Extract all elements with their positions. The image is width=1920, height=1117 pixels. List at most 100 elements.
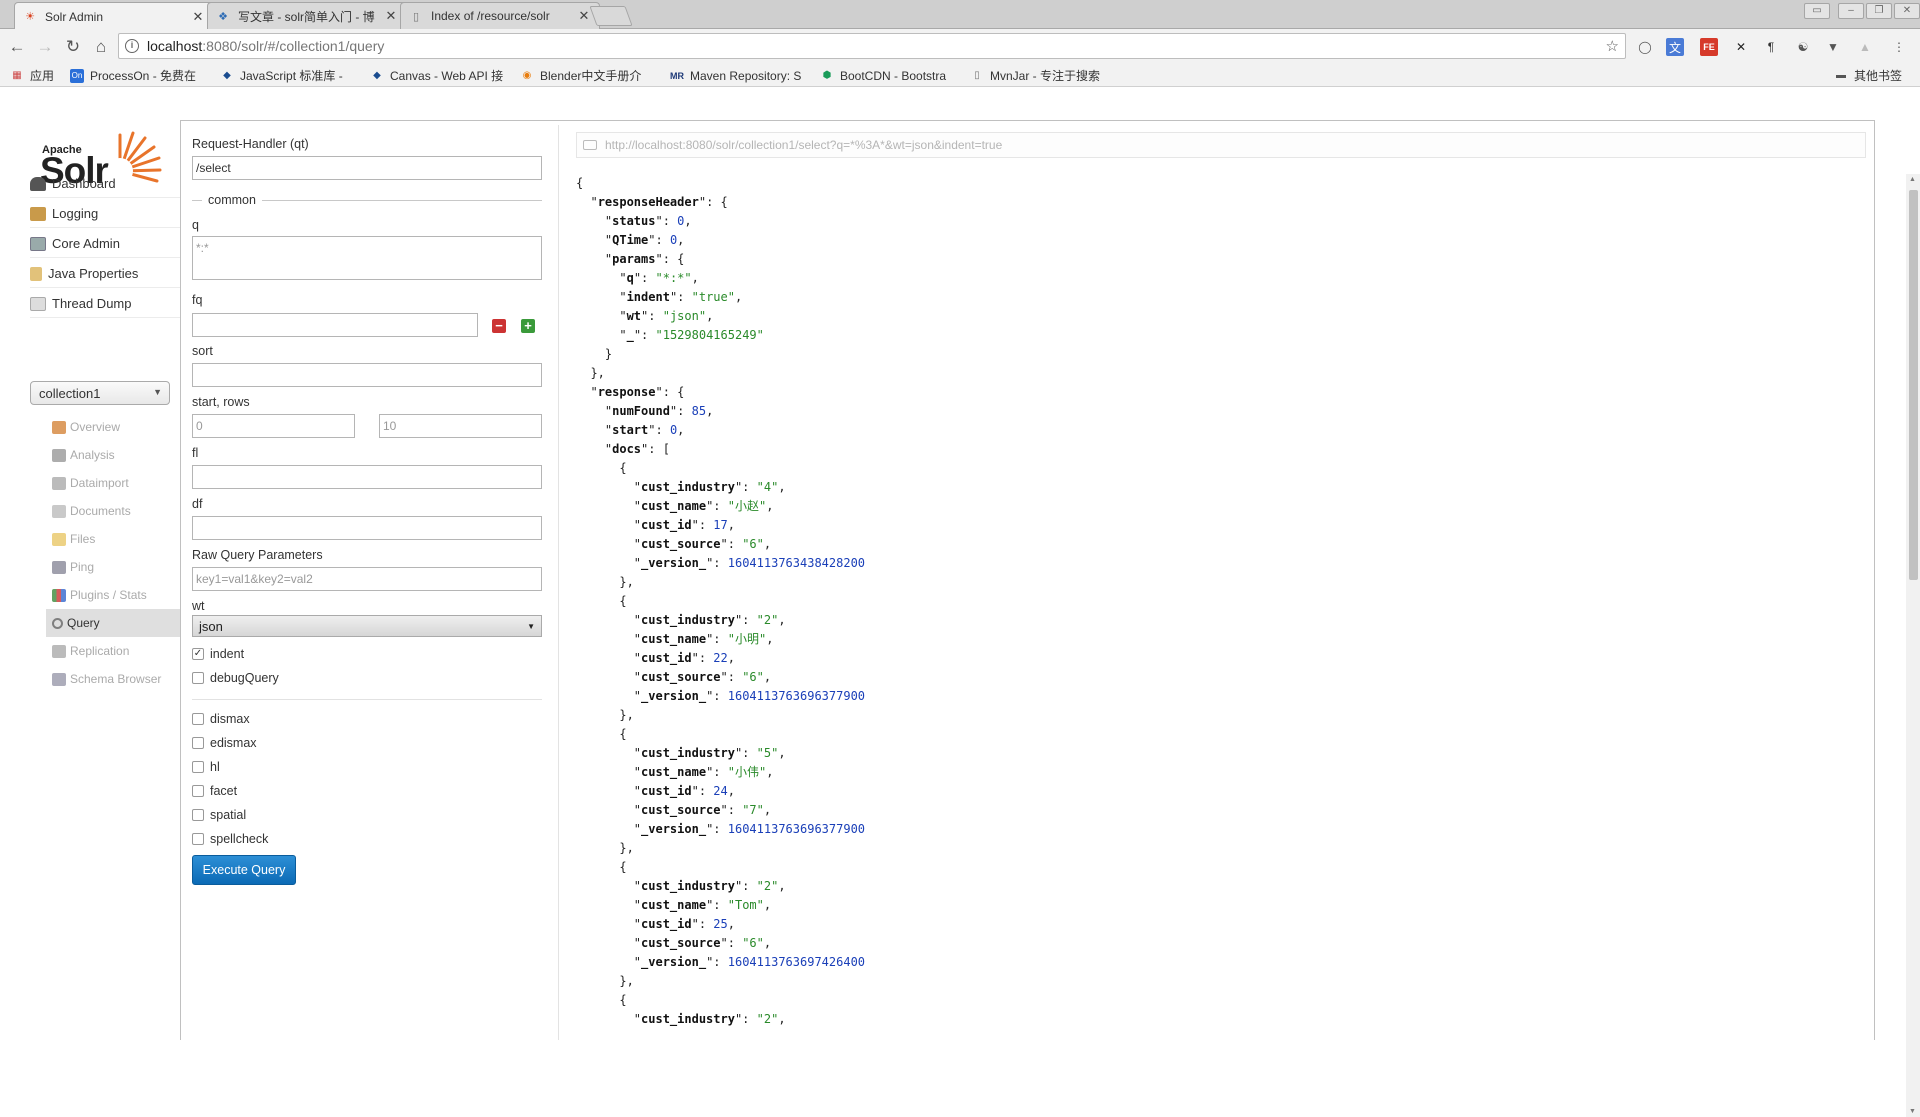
bookmark-star-icon[interactable]: ☆ xyxy=(1606,37,1619,55)
wt-select[interactable]: json ▼ xyxy=(192,615,542,637)
subnav-dataimport[interactable]: Dataimport xyxy=(46,469,180,497)
bootcdn-icon: ⬢ xyxy=(822,70,832,81)
bookmark-apps[interactable]: ▦ 应用 xyxy=(10,67,54,84)
subnav-analysis[interactable]: Analysis xyxy=(46,441,180,469)
edismax-checkbox[interactable]: edismax xyxy=(192,736,257,750)
mdn-icon: ◆ xyxy=(373,70,381,81)
vue-extension-icon[interactable]: ▼ xyxy=(1824,38,1842,56)
scroll-down-icon[interactable]: ▼ xyxy=(1909,1108,1916,1115)
q-textarea[interactable]: *:* xyxy=(192,236,542,280)
fl-input[interactable] xyxy=(192,465,542,489)
tab-solr-admin[interactable]: ☀ Solr Admin ✕ xyxy=(14,2,214,30)
json-line: "indent": "true", xyxy=(576,290,743,304)
browser-toolbar: ← → ↻ ⌂ i localhost:8080/solr/#/collecti… xyxy=(0,29,1920,64)
execute-query-button[interactable]: Execute Query xyxy=(192,855,296,885)
start-input[interactable]: 0 xyxy=(192,414,355,438)
dismax-checkbox[interactable]: dismax xyxy=(192,712,250,726)
json-line: "cust_source": "6", xyxy=(576,537,772,551)
fe-extension-icon[interactable]: FE xyxy=(1700,38,1718,56)
spatial-checkbox[interactable]: spatial xyxy=(192,808,246,822)
plugins-icon xyxy=(52,588,66,602)
tab-blog[interactable]: ❖ 写文章 - solr简单入门 - 博 ✕ xyxy=(207,2,407,29)
nav-java-properties[interactable]: Java Properties xyxy=(30,260,180,288)
debug-query-checkbox[interactable]: debugQuery xyxy=(192,671,279,685)
address-bar[interactable]: i localhost:8080/solr/#/collection1/quer… xyxy=(118,33,1626,59)
subnav-files[interactable]: Files xyxy=(46,525,180,553)
scrollbar-thumb[interactable] xyxy=(1909,190,1918,580)
json-line: }, xyxy=(576,974,634,988)
blog-favicon-icon: ❖ xyxy=(218,10,228,23)
thread-dump-icon xyxy=(30,296,46,311)
bookmark-bootcdn[interactable]: ⬢ BootCDN - Bootstra xyxy=(820,67,946,84)
subnav-replication[interactable]: Replication xyxy=(46,637,180,665)
minimize-button[interactable]: – xyxy=(1838,3,1864,19)
indent-checkbox[interactable]: ✓ indent xyxy=(192,647,244,661)
subnav-documents[interactable]: Documents xyxy=(46,497,180,525)
swirl-extension-icon[interactable]: ☯ xyxy=(1794,38,1812,56)
scroll-up-icon[interactable]: ▲ xyxy=(1909,176,1916,183)
profile-icon[interactable]: ▭ xyxy=(1804,3,1830,19)
spellcheck-checkbox[interactable]: spellcheck xyxy=(192,832,268,846)
solr-admin-page: Apache Solr Dashboard Logging Core Admin… xyxy=(0,87,1920,1117)
extension-circle-icon[interactable]: ◯ xyxy=(1636,38,1654,56)
raw-query-input[interactable]: key1=val1&key2=val2 xyxy=(192,567,542,591)
nav-dashboard[interactable]: Dashboard xyxy=(30,170,180,198)
back-icon[interactable]: ← xyxy=(6,36,28,58)
bookmark-js[interactable]: ◆ JavaScript 标准库 - xyxy=(220,67,343,84)
json-line: "cust_name": "小伟", xyxy=(576,765,774,779)
nav-logging[interactable]: Logging xyxy=(30,200,180,228)
subnav-ping[interactable]: Ping xyxy=(46,553,180,581)
info-icon[interactable]: i xyxy=(125,39,139,53)
close-window-button[interactable]: ✕ xyxy=(1894,3,1920,19)
tab-title: Index of /resource/solr xyxy=(431,9,550,23)
hl-checkbox[interactable]: hl xyxy=(192,760,220,774)
translate-icon[interactable]: 文 xyxy=(1666,38,1684,56)
subnav-schema-browser[interactable]: Schema Browser xyxy=(46,665,180,693)
fq-input[interactable] xyxy=(192,313,478,337)
core-selector[interactable]: collection1 ▼ xyxy=(30,381,170,405)
close-tab-icon[interactable]: ✕ xyxy=(577,8,591,24)
json-line: "cust_name": "Tom", xyxy=(576,898,772,912)
facet-checkbox[interactable]: facet xyxy=(192,784,237,798)
bookmark-mvnjar[interactable]: ▯ MvnJar - 专注于搜索 xyxy=(970,67,1100,84)
bookmark-other[interactable]: ▬ 其他书签 xyxy=(1834,67,1902,84)
subnav-overview[interactable]: Overview xyxy=(46,413,180,441)
subnav-plugins-stats[interactable]: Plugins / Stats xyxy=(46,581,180,609)
new-tab-button[interactable] xyxy=(589,6,633,26)
json-line: { xyxy=(576,993,627,1007)
json-line: { xyxy=(576,176,584,190)
divider xyxy=(192,699,542,700)
bookmark-processon[interactable]: On ProcessOn - 免费在 xyxy=(70,67,196,84)
request-handler-input[interactable]: /select xyxy=(192,156,542,180)
triangle-extension-icon[interactable]: ▲ xyxy=(1856,38,1874,56)
restore-button[interactable]: ❐ xyxy=(1866,3,1892,19)
bookmark-maven[interactable]: MR Maven Repository: S xyxy=(670,67,801,84)
url-path: :8080/solr/#/collection1/query xyxy=(202,38,385,54)
forward-icon[interactable]: → xyxy=(34,36,56,58)
nav-thread-dump[interactable]: Thread Dump xyxy=(30,290,180,318)
subnav-query[interactable]: Query xyxy=(46,609,180,637)
menu-icon[interactable]: ⋮ xyxy=(1890,38,1908,56)
folder-icon xyxy=(52,532,66,546)
remove-fq-button[interactable]: − xyxy=(492,319,506,333)
bookmark-blender[interactable]: ◉ Blender中文手册介 xyxy=(520,67,642,84)
home-icon[interactable]: ⌂ xyxy=(90,36,112,58)
sort-input[interactable] xyxy=(192,363,542,387)
add-fq-button[interactable]: + xyxy=(521,319,535,333)
close-tab-icon[interactable]: ✕ xyxy=(384,8,398,24)
json-line: { xyxy=(576,727,627,741)
df-input[interactable] xyxy=(192,516,542,540)
pilcrow-extension-icon[interactable]: ¶ xyxy=(1762,38,1780,56)
nav-core-admin[interactable]: Core Admin xyxy=(30,230,180,258)
rows-input[interactable]: 10 xyxy=(379,414,542,438)
json-line: "response": { xyxy=(576,385,685,399)
tab-index[interactable]: ▯ Index of /resource/solr ✕ xyxy=(400,2,600,29)
reload-icon[interactable]: ↻ xyxy=(62,36,84,58)
x-extension-icon[interactable]: ✕ xyxy=(1732,38,1750,56)
bookmark-canvas[interactable]: ◆ Canvas - Web API 接 xyxy=(370,67,503,84)
json-line: { xyxy=(576,860,627,874)
page-scrollbar[interactable]: ▲ ▼ xyxy=(1906,174,1920,1117)
url-host: localhost xyxy=(147,38,203,54)
close-tab-icon[interactable]: ✕ xyxy=(191,9,205,25)
result-url-link[interactable]: http://localhost:8080/solr/collection1/s… xyxy=(576,132,1866,158)
